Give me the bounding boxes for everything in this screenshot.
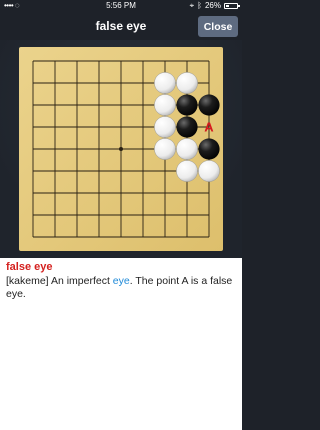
battery-icon — [224, 3, 240, 9]
close-button[interactable]: Close — [198, 16, 238, 37]
annotations: A — [204, 120, 214, 135]
navigation-bar: false eye Close — [0, 12, 242, 40]
black-stone — [176, 116, 198, 138]
point-label-a: A — [204, 120, 214, 135]
status-bar: •••• ◌ 5:56 PM ⌖ ᛒ 26% — [0, 0, 242, 12]
white-stone — [176, 160, 198, 182]
white-stone — [198, 160, 220, 182]
definition-prefix: [kakeme] An imperfect — [6, 275, 113, 287]
status-right: ⌖ ᛒ 26% — [189, 0, 240, 12]
definition-text: [kakeme] An imperfect eye. The point A i… — [6, 275, 232, 300]
black-stone — [176, 94, 198, 116]
location-icon: ⌖ — [189, 1, 195, 10]
bluetooth-icon: ᛒ — [197, 1, 202, 10]
black-stone — [198, 94, 220, 116]
go-board[interactable]: A — [0, 40, 242, 258]
white-stone — [154, 72, 176, 94]
white-stone — [176, 138, 198, 160]
white-stone — [154, 116, 176, 138]
star-point — [119, 147, 123, 151]
definition-term: false eye — [6, 261, 53, 273]
definition-panel: false eye [kakeme] An imperfect eye. The… — [0, 258, 242, 430]
battery-level — [226, 5, 229, 7]
white-stone — [154, 138, 176, 160]
white-stone — [154, 94, 176, 116]
battery-percent: 26% — [204, 1, 221, 10]
white-stone — [176, 72, 198, 94]
eye-link[interactable]: eye — [113, 275, 130, 287]
black-stone — [198, 138, 220, 160]
